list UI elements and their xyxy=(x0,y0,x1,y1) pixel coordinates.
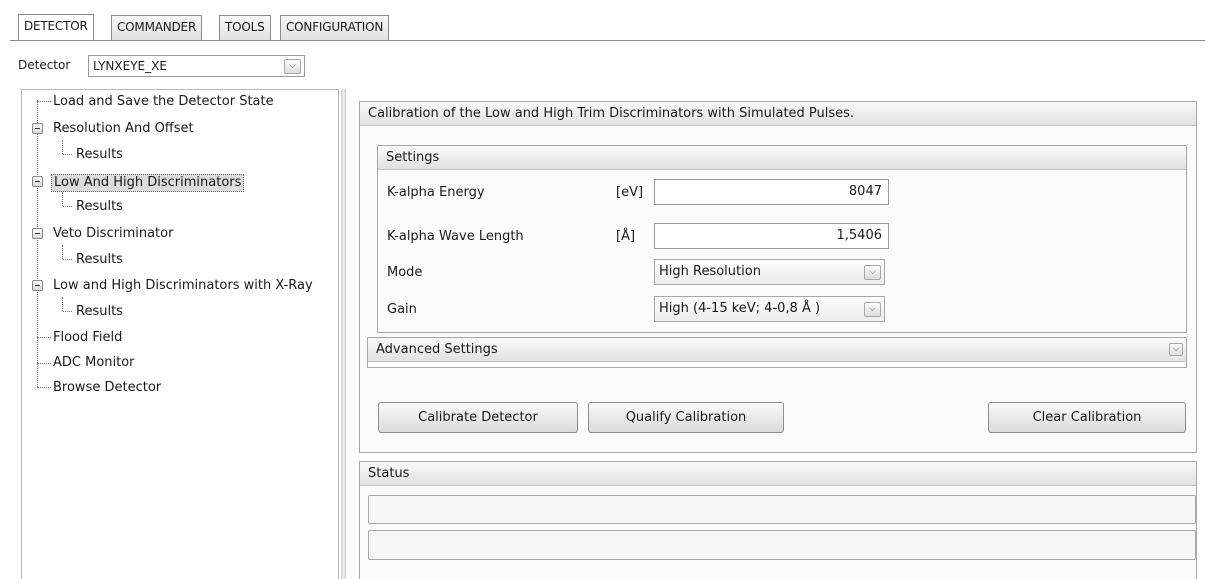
chevron-down-icon[interactable]: ⌵ xyxy=(864,302,881,317)
tree-item-results[interactable]: Results xyxy=(76,146,123,164)
status-field xyxy=(368,530,1196,560)
minus-icon[interactable] xyxy=(32,280,43,291)
mode-label: Mode xyxy=(387,265,423,280)
gain-select[interactable]: High (4-15 keV; 4-0,8 Å ) ⌵ xyxy=(654,296,885,322)
tree-item-results[interactable]: Results xyxy=(76,198,123,216)
tab-configuration[interactable]: CONFIGURATION xyxy=(280,15,390,40)
calibrate-detector-button[interactable]: Calibrate Detector xyxy=(378,402,578,433)
minus-icon[interactable] xyxy=(32,228,43,239)
k-alpha-wavelength-label: K-alpha Wave Length xyxy=(387,229,524,244)
chevron-down-icon[interactable]: ⌵ xyxy=(1169,343,1183,356)
qualify-calibration-button[interactable]: Qualify Calibration xyxy=(588,402,784,433)
chevron-down-icon[interactable]: ⌵ xyxy=(284,59,301,74)
status-panel: Status xyxy=(359,461,1197,579)
settings-group: Settings K-alpha Energy [eV] 8047 K-alph… xyxy=(377,145,1187,333)
tree-item-adc-monitor[interactable]: ADC Monitor xyxy=(53,354,135,372)
chevron-down-icon[interactable]: ⌵ xyxy=(864,265,881,280)
minus-icon[interactable] xyxy=(32,176,43,187)
tree-guide-line xyxy=(63,206,72,207)
tree-guide-line xyxy=(62,192,63,206)
k-alpha-energy-unit: [eV] xyxy=(616,185,644,200)
tree-guide-line xyxy=(63,154,72,155)
detector-select-value: LYNXEYE_XE xyxy=(93,59,167,73)
tree-guide-line xyxy=(37,101,51,102)
minus-icon[interactable] xyxy=(32,123,43,134)
advanced-settings-header[interactable]: Advanced Settings ⌵ xyxy=(368,338,1186,362)
tree-guide-line xyxy=(37,100,38,387)
calibration-panel: Calibration of the Low and High Trim Dis… xyxy=(359,101,1197,453)
tab-tools[interactable]: TOOLS xyxy=(219,15,271,40)
tree-item-resolution-offset[interactable]: Resolution And Offset xyxy=(53,120,194,138)
k-alpha-energy-label: K-alpha Energy xyxy=(387,185,485,200)
status-field xyxy=(368,495,1196,524)
tree-guide-line xyxy=(63,311,72,312)
navigation-tree: Load and Save the Detector State Resolut… xyxy=(21,89,339,579)
advanced-settings-label: Advanced Settings xyxy=(376,342,498,357)
tree-item-low-high-discriminators-xray[interactable]: Low and High Discriminators with X-Ray xyxy=(53,277,313,295)
tree-guide-line xyxy=(62,140,63,154)
clear-calibration-button[interactable]: Clear Calibration xyxy=(988,402,1186,433)
tree-item-flood-field[interactable]: Flood Field xyxy=(53,329,122,347)
tree-guide-line xyxy=(37,387,51,388)
tree-item-load-save-state[interactable]: Load and Save the Detector State xyxy=(53,93,274,111)
tree-item-low-high-discriminators[interactable]: Low And High Discriminators xyxy=(51,174,245,192)
splitter-handle[interactable] xyxy=(341,89,346,579)
k-alpha-energy-field[interactable]: 8047 xyxy=(654,179,889,205)
tree-item-results[interactable]: Results xyxy=(76,303,123,321)
tree-item-veto-discriminator[interactable]: Veto Discriminator xyxy=(53,225,173,243)
tree-guide-line xyxy=(63,259,72,260)
status-header: Status xyxy=(360,462,1196,486)
panel-title: Calibration of the Low and High Trim Dis… xyxy=(360,102,1196,126)
tab-detector[interactable]: DETECTOR xyxy=(18,14,94,41)
detector-label: Detector xyxy=(18,58,71,72)
tree-item-browse-detector[interactable]: Browse Detector xyxy=(53,379,161,397)
tree-guide-line xyxy=(37,337,51,338)
settings-header[interactable]: Settings xyxy=(378,146,1186,170)
mode-select[interactable]: High Resolution ⌵ xyxy=(654,259,885,285)
gain-select-value: High (4-15 keV; 4-0,8 Å ) xyxy=(659,301,821,316)
advanced-settings-group: Advanced Settings ⌵ xyxy=(367,337,1187,368)
mode-select-value: High Resolution xyxy=(659,264,761,279)
gain-label: Gain xyxy=(387,302,417,317)
tree-guide-line xyxy=(62,297,63,311)
k-alpha-wavelength-unit: [Å] xyxy=(616,229,636,244)
tab-commander[interactable]: COMMANDER xyxy=(111,15,203,40)
detector-select[interactable]: LYNXEYE_XE ⌵ xyxy=(88,55,305,77)
tree-guide-line xyxy=(62,245,63,259)
tree-item-results[interactable]: Results xyxy=(76,251,123,269)
tree-guide-line xyxy=(37,363,51,364)
k-alpha-wavelength-field[interactable]: 1,5406 xyxy=(654,223,889,249)
tab-divider xyxy=(10,40,1205,41)
